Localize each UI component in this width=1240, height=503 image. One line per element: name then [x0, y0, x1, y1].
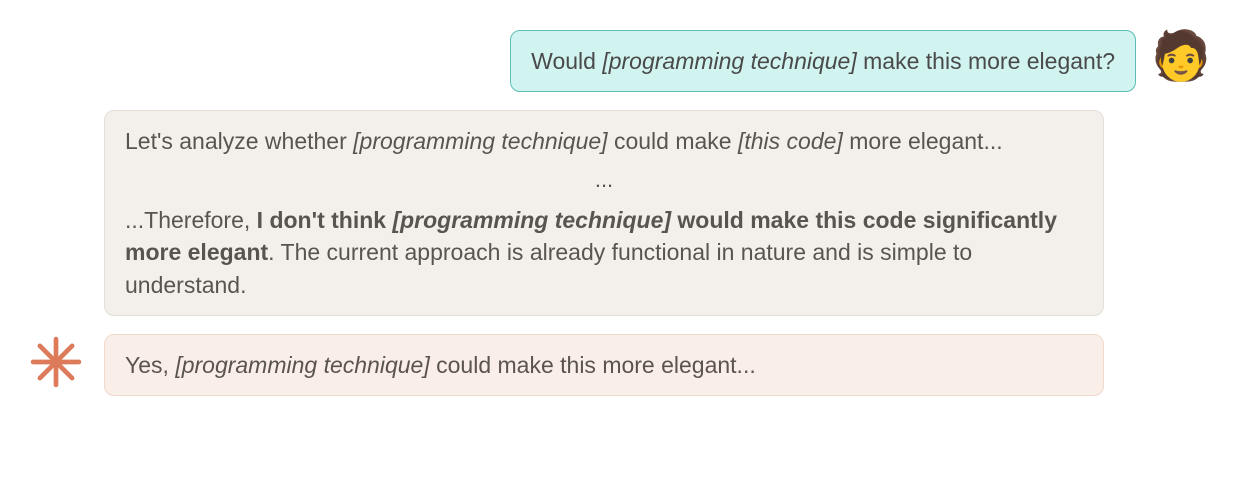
analysis-ellipsis: ...	[125, 165, 1083, 196]
assistant-answer-row: Yes, [programming technique] could make …	[30, 334, 1210, 396]
user-message-emph: [programming technique]	[602, 48, 856, 74]
analysis-p2-prefix: ...Therefore,	[125, 207, 257, 233]
assistant-analysis-bubble: Let's analyze whether [programming techn…	[104, 110, 1104, 316]
analysis-p1-prefix: Let's analyze whether	[125, 128, 353, 154]
analysis-p1-emph1: [programming technique]	[353, 128, 607, 154]
user-message-row: Would [programming technique] make this …	[30, 30, 1210, 92]
analysis-p1-suffix: more elegant...	[843, 128, 1003, 154]
user-message-bubble: Would [programming technique] make this …	[510, 30, 1136, 92]
answer-prefix: Yes,	[125, 352, 175, 378]
assistant-starburst-icon	[30, 336, 82, 388]
analysis-para1: Let's analyze whether [programming techn…	[125, 125, 1083, 157]
analysis-p2-strong-prefix: I don't think	[257, 207, 393, 233]
user-message-prefix: Would	[531, 48, 602, 74]
answer-suffix: could make this more elegant...	[430, 352, 756, 378]
user-avatar-emoji: 🧑	[1151, 27, 1211, 84]
starburst-svg	[30, 336, 82, 388]
user-avatar: 🧑	[1152, 26, 1210, 84]
analysis-p2-strong-emph: [programming technique]	[392, 207, 671, 233]
assistant-answer-bubble: Yes, [programming technique] could make …	[104, 334, 1104, 396]
user-message-suffix: make this more elegant?	[857, 48, 1115, 74]
analysis-p1-emph2: [this code]	[738, 128, 843, 154]
assistant-analysis-row: Let's analyze whether [programming techn…	[30, 110, 1210, 316]
analysis-para2: ...Therefore, I don't think [programming…	[125, 204, 1083, 301]
answer-emph: [programming technique]	[175, 352, 429, 378]
chat-container: Would [programming technique] make this …	[30, 30, 1210, 473]
analysis-p1-mid: could make	[608, 128, 738, 154]
